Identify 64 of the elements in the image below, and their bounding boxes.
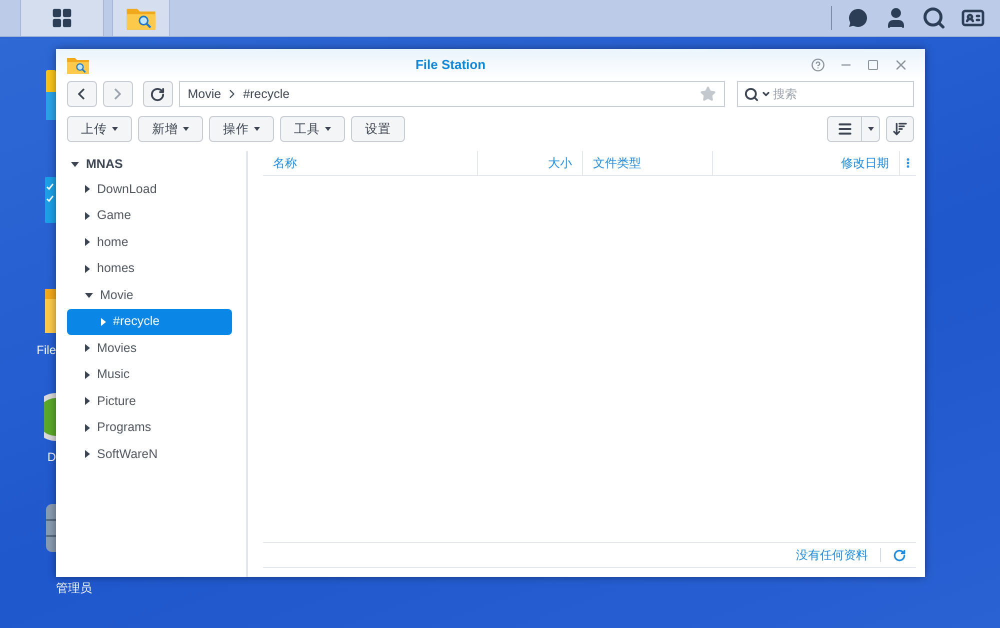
back-icon (78, 88, 86, 100)
column-header[interactable]: 名称 (263, 151, 478, 175)
sort-button[interactable] (886, 116, 914, 142)
file-station-taskbar-button[interactable] (112, 0, 170, 36)
search-icon (744, 86, 759, 102)
status-text: 没有任何资料 (796, 547, 868, 564)
collapsed-triangle-icon[interactable] (85, 370, 90, 379)
path-segment[interactable]: #recycle (243, 84, 290, 104)
column-header[interactable]: 大小 (478, 151, 583, 175)
apps-grid-icon (51, 7, 73, 29)
folder-tree-item[interactable]: home (67, 229, 232, 256)
column-header[interactable]: 文件类型 (583, 151, 713, 175)
star-icon[interactable] (700, 86, 716, 102)
folder-tree-item[interactable]: Picture (67, 388, 232, 414)
expanded-triangle-icon[interactable] (71, 162, 79, 166)
toolbar-button[interactable]: 工具 (280, 116, 345, 142)
search-field[interactable]: 搜索 (737, 81, 914, 107)
collapsed-triangle-icon[interactable] (85, 344, 90, 352)
folder-tree-item[interactable]: homes (67, 256, 232, 282)
chat-icon[interactable] (846, 6, 870, 30)
folder-tree-root[interactable]: MNAS (67, 152, 232, 176)
expanded-triangle-icon[interactable] (85, 292, 93, 298)
folder-tree-item[interactable]: Programs (67, 414, 232, 441)
collapsed-triangle-icon[interactable] (85, 185, 90, 194)
collapsed-triangle-icon[interactable] (85, 212, 90, 220)
back-button[interactable] (67, 81, 97, 107)
toolbar-button[interactable]: 新增 (138, 116, 203, 142)
help-icon[interactable] (811, 58, 825, 72)
column-header[interactable]: 修改日期 (713, 151, 900, 175)
search-icon[interactable] (922, 6, 946, 30)
folder-tree-item[interactable]: Movies (67, 335, 232, 362)
folder-tree-item[interactable]: Music (67, 362, 232, 388)
refresh-icon[interactable] (893, 548, 906, 562)
list-view-icon (836, 121, 852, 137)
path-bar[interactable]: Movie #recycle (178, 81, 725, 107)
main-menu-button[interactable] (20, 0, 104, 36)
toolbar-button[interactable]: 设置 (351, 116, 405, 142)
path-segment[interactable]: Movie (188, 84, 222, 104)
folder-tree-item[interactable]: SoftWareN (67, 441, 232, 468)
toolbar-button[interactable]: 操作 (209, 116, 274, 142)
collapsed-triangle-icon[interactable] (85, 238, 90, 246)
maximize-icon[interactable] (867, 58, 879, 70)
refresh-button[interactable] (142, 81, 173, 107)
view-mode-button[interactable] (827, 116, 880, 142)
toolbar-button[interactable]: 上传 (67, 116, 132, 142)
folder-tree-item[interactable]: Movie (67, 282, 232, 308)
folder-tree-item[interactable]: DownLoad (67, 176, 232, 202)
window-title: File Station (414, 56, 487, 74)
forward-icon (114, 88, 122, 100)
refresh-icon (150, 86, 166, 102)
search-input[interactable]: 搜索 (773, 85, 907, 103)
collapsed-triangle-icon[interactable] (85, 397, 90, 406)
sort-icon (892, 121, 908, 137)
collapsed-triangle-icon[interactable] (85, 450, 90, 458)
caret-icon[interactable] (761, 89, 771, 99)
folder-tree-item[interactable]: Game (67, 202, 232, 229)
collapsed-triangle-icon[interactable] (85, 264, 90, 273)
caret-icon (868, 127, 874, 131)
checklist-icon[interactable] (44, 175, 56, 225)
desktop-icon-label: 管理员 (56, 580, 92, 597)
collapsed-triangle-icon[interactable] (85, 424, 90, 432)
desktop-icon-label: D (47, 449, 56, 466)
desktop-icon-label: File (36, 342, 56, 359)
folder-tree-item[interactable]: #recycle (67, 308, 232, 335)
